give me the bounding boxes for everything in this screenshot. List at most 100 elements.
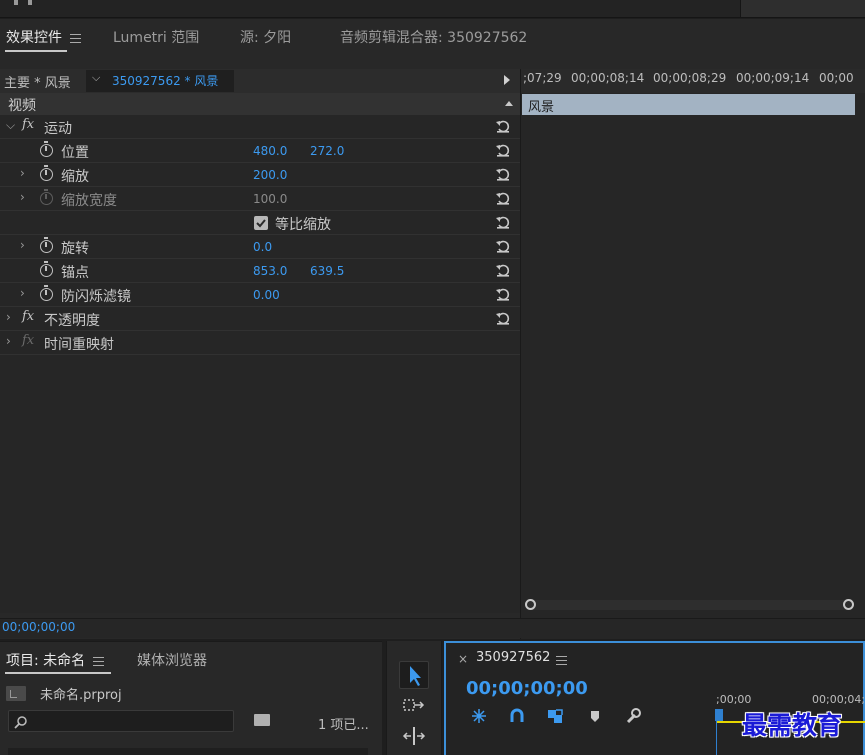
anchor-y-value[interactable]: 639.5 [310, 264, 344, 278]
twirl-down-icon[interactable]: ⌵ [6, 118, 15, 133]
property-row-scale[interactable]: › 缩放 200.0 [0, 163, 520, 187]
clip-bar[interactable]: 风景 [522, 94, 855, 115]
reset-icon[interactable] [495, 142, 511, 158]
stopwatch-icon[interactable] [40, 237, 53, 253]
property-row-uniform-scale: 等比缩放 [0, 211, 520, 235]
insert-icon[interactable] [470, 707, 488, 725]
ripple-edit-tool-icon[interactable] [401, 725, 427, 747]
collapse-up-icon[interactable] [505, 101, 513, 106]
menu-icon[interactable] [93, 656, 105, 666]
fx-icon[interactable]: fx [22, 309, 34, 324]
clip-dropdown[interactable]: ⌵ 350927562 * 风景 [86, 70, 234, 92]
menu-icon[interactable] [556, 656, 567, 665]
tab-lumetri-scopes[interactable]: Lumetri 范围 [113, 27, 199, 47]
tab-audio-clip-mixer[interactable]: 音频剪辑混合器: 350927562 [340, 27, 527, 47]
reset-icon[interactable] [495, 190, 511, 206]
track-select-tool-icon[interactable] [401, 695, 427, 717]
play-icon[interactable] [504, 75, 510, 85]
grip-icon[interactable] [14, 0, 32, 5]
stopwatch-icon[interactable] [40, 141, 53, 157]
twirl-right-icon[interactable]: › [20, 190, 25, 204]
scroll-handle-left[interactable] [525, 599, 536, 610]
property-label: 锚点 [61, 265, 89, 281]
reset-icon[interactable] [495, 310, 511, 326]
property-row-anchor-point[interactable]: 锚点 853.0 639.5 [0, 259, 520, 283]
add-marker-icon[interactable] [586, 707, 604, 725]
twirl-right-icon[interactable]: › [20, 166, 25, 180]
property-label: 防闪烁滤镜 [61, 289, 131, 305]
ruler-tick-label: 00;00;08;29 [653, 71, 727, 85]
sequence-menu[interactable] [548, 653, 567, 668]
reset-icon[interactable] [495, 262, 511, 278]
tools-panel [386, 641, 442, 755]
menu-icon[interactable] [70, 33, 81, 43]
scale-width-value: 100.0 [253, 192, 288, 206]
scale-value[interactable]: 200.0 [253, 168, 287, 182]
property-row-scale-width[interactable]: › 缩放宽度 100.0 [0, 187, 520, 211]
reset-icon[interactable] [495, 118, 511, 134]
twirl-right-icon[interactable]: › [6, 334, 11, 348]
top-bar-control[interactable] [740, 0, 865, 17]
reset-icon[interactable] [495, 238, 511, 254]
effect-row-time-remapping[interactable]: › fx 时间重映射 [0, 331, 520, 355]
project-search-input[interactable] [8, 710, 234, 732]
anchor-x-value[interactable]: 853.0 [253, 264, 287, 278]
tab-effect-controls-label: 效果控件 [6, 30, 62, 46]
snap-icon[interactable] [508, 707, 526, 725]
position-y-value[interactable]: 272.0 [310, 144, 344, 158]
tab-source[interactable]: 源: 夕阳 [240, 27, 291, 47]
selection-tool-button[interactable] [399, 661, 429, 689]
new-bin-icon[interactable] [254, 714, 270, 726]
time-ruler[interactable]: ;07;29 00;00;08;14 00;00;08;29 00;00;09;… [521, 69, 865, 93]
active-tab-underline [5, 50, 67, 52]
current-timecode[interactable]: 00;00;00;00 [2, 620, 75, 634]
close-icon[interactable]: × [458, 652, 468, 666]
reset-icon[interactable] [495, 166, 511, 182]
tab-effect-controls[interactable]: 效果控件 [6, 27, 81, 47]
property-row-position[interactable]: 位置 480.0 272.0 [0, 139, 520, 163]
ruler-tick-label: 00;00;08;14 [571, 71, 645, 85]
timeline-zoom-scrollbar[interactable] [525, 599, 854, 610]
reset-icon[interactable] [495, 214, 511, 230]
stopwatch-icon [40, 189, 53, 205]
search-icon [14, 716, 27, 729]
watermark-logo: 最需教育 [742, 711, 843, 740]
project-file-name: 未命名.prproj [40, 688, 122, 703]
property-row-rotation[interactable]: › 旋转 0.0 [0, 235, 520, 259]
fx-icon[interactable]: fx [22, 117, 34, 132]
sequence-timecode[interactable]: 00;00;00;00 [466, 678, 588, 699]
playhead[interactable] [715, 709, 723, 721]
effects-list: 视频 ⌵ fx 运动 位置 480.0 272.0 › 缩放 200.0 › 缩… [0, 93, 520, 613]
anti-flicker-value[interactable]: 0.00 [253, 288, 280, 302]
scroll-handle-right[interactable] [843, 599, 854, 610]
property-row-anti-flicker[interactable]: › 防闪烁滤镜 0.00 [0, 283, 520, 307]
playhead-line [716, 721, 717, 755]
tab-project[interactable]: 项目: 未命名 [6, 650, 105, 670]
twirl-right-icon[interactable]: › [6, 310, 11, 324]
twirl-right-icon[interactable]: › [20, 286, 25, 300]
rotation-value[interactable]: 0.0 [253, 240, 272, 254]
sequence-ruler-tick: ;00;00 [716, 693, 752, 706]
effect-controls-timecode-bar: 00;00;00;00 [0, 618, 865, 638]
stopwatch-icon[interactable] [40, 261, 53, 277]
clip-selector-bar: 主要 * 风景 ⌵ 350927562 * 风景 [0, 69, 520, 93]
sequence-name[interactable]: 350927562 [476, 650, 550, 665]
effect-row-opacity[interactable]: › fx 不透明度 [0, 307, 520, 331]
linked-selection-icon[interactable] [546, 707, 564, 725]
chevron-down-icon: ⌵ [92, 71, 101, 84]
property-label: 位置 [61, 145, 89, 161]
stopwatch-icon[interactable] [40, 285, 53, 301]
position-x-value[interactable]: 480.0 [253, 144, 287, 158]
checkmark-icon [256, 219, 266, 228]
master-clip-label[interactable]: 主要 * 风景 [4, 72, 71, 91]
video-section-header[interactable]: 视频 [0, 93, 520, 115]
uniform-scale-checkbox[interactable] [254, 216, 268, 230]
reset-icon[interactable] [495, 286, 511, 302]
effect-label: 不透明度 [44, 313, 100, 329]
twirl-right-icon[interactable]: › [20, 238, 25, 252]
tab-media-browser[interactable]: 媒体浏览器 [137, 650, 207, 670]
wrench-icon[interactable] [624, 707, 642, 725]
uniform-scale-label: 等比缩放 [275, 217, 331, 233]
effect-row-motion[interactable]: ⌵ fx 运动 [0, 115, 520, 139]
stopwatch-icon[interactable] [40, 165, 53, 181]
